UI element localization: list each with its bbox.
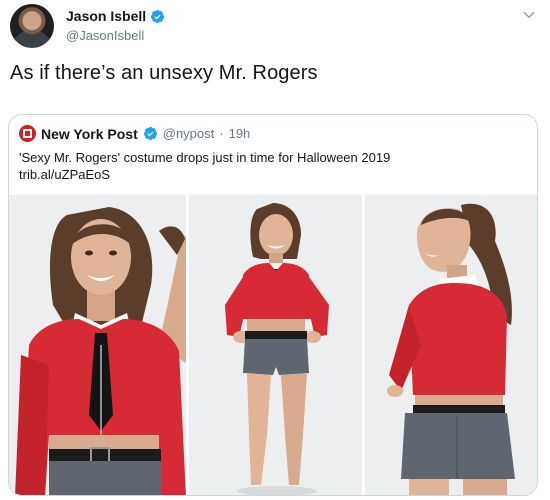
costume-photo-full-body[interactable] [189, 195, 362, 495]
author-name[interactable]: Jason Isbell [66, 8, 146, 24]
author-name-row[interactable]: Jason Isbell [66, 8, 165, 24]
verified-badge-icon [151, 9, 165, 23]
verified-badge-icon [143, 126, 157, 141]
photo-illustration [189, 195, 362, 495]
nypost-logo-icon[interactable] [19, 125, 36, 142]
quoted-link[interactable]: trib.al/uZPaEoS [19, 166, 519, 183]
quoted-timestamp[interactable]: 19h [229, 126, 251, 141]
quoted-tweet-header: New York Post @nypost · 19h [19, 125, 250, 142]
costume-photo-closeup[interactable] [9, 195, 186, 495]
quoted-text-line: 'Sexy Mr. Rogers' costume drops just in … [19, 150, 391, 165]
tweet-text: As if there’s an unsexy Mr. Rogers [10, 62, 318, 84]
quoted-tweet-text: 'Sexy Mr. Rogers' costume drops just in … [19, 149, 519, 183]
quoted-author-name[interactable]: New York Post [41, 126, 138, 142]
meta-separator: · [219, 126, 224, 141]
photo-illustration [365, 195, 537, 495]
quoted-tweet-card[interactable]: New York Post @nypost · 19h 'Sexy Mr. Ro… [8, 114, 538, 496]
media-gallery [9, 195, 537, 495]
tweet: Jason Isbell @JasonIsbell As if there’s … [0, 0, 550, 500]
costume-photo-back-view[interactable] [365, 195, 537, 495]
author-handle[interactable]: @JasonIsbell [66, 28, 144, 43]
photo-illustration [9, 195, 186, 495]
chevron-down-icon[interactable] [522, 8, 536, 22]
quoted-author-handle[interactable]: @nypost [163, 126, 215, 141]
author-avatar[interactable] [10, 4, 54, 48]
